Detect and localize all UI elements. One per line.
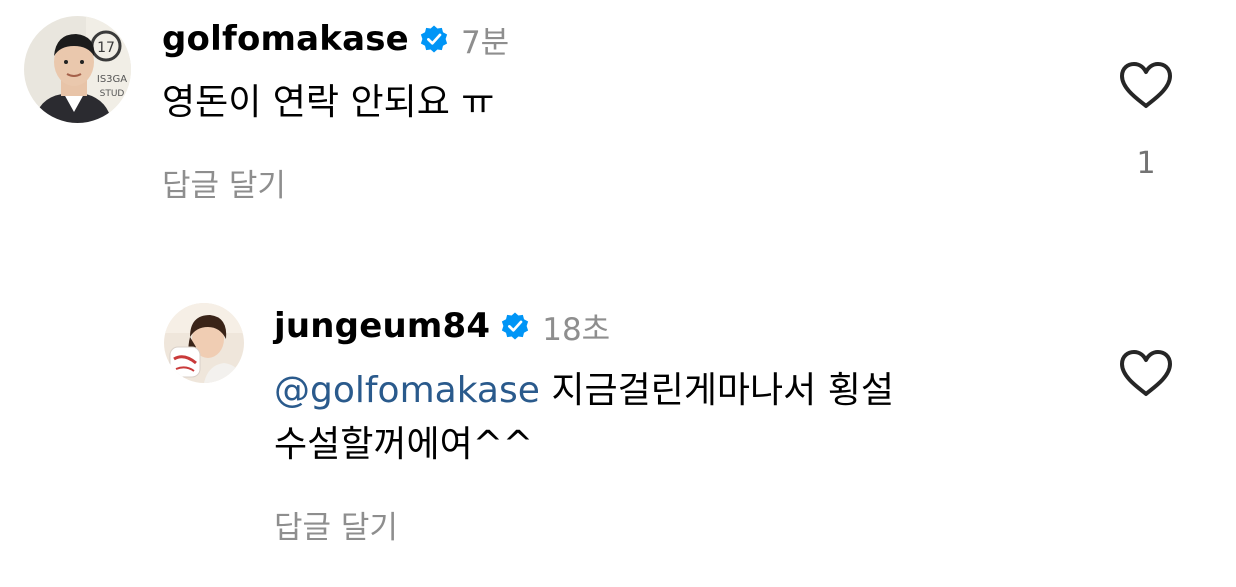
profile-photo-icon: 17 IS3GA STUD: [24, 16, 131, 123]
like-button[interactable]: [1118, 348, 1174, 398]
comment-timestamp: 7분: [460, 24, 510, 61]
comment-text-fragment: 지금걸린게마나서 횡설: [539, 370, 894, 411]
comment-header: golfomakase 7분: [162, 18, 510, 61]
profile-photo-icon: [164, 303, 244, 383]
mention-link[interactable]: @golfomakase: [274, 370, 540, 411]
comment-timestamp: 18초: [542, 311, 611, 348]
heart-icon: [1120, 350, 1172, 396]
svg-text:STUD: STUD: [100, 89, 125, 99]
svg-text:IS3GA: IS3GA: [97, 74, 127, 85]
reply-button[interactable]: 답글 달기: [274, 502, 398, 547]
svg-text:17: 17: [97, 40, 115, 56]
comment-text-line: 수설할꺼에여^^: [274, 424, 534, 465]
like-button[interactable]: [1118, 60, 1174, 110]
verified-badge-icon: [500, 311, 530, 341]
comment-header: jungeum84 18초: [274, 305, 611, 348]
avatar[interactable]: 17 IS3GA STUD: [24, 16, 131, 123]
comment-text: @golfomakase 지금걸린게마나서 횡설 수설할꺼에여^^: [274, 364, 1074, 472]
reply-button[interactable]: 답글 달기: [162, 160, 286, 205]
heart-icon: [1120, 62, 1172, 108]
avatar[interactable]: [164, 303, 244, 383]
verified-badge-icon: [419, 24, 449, 54]
comment-text-line: @golfomakase 지금걸린게마나서 횡설: [274, 364, 1074, 418]
comment-text: 영돈이 연락 안되요 ㅠ: [162, 82, 495, 123]
username[interactable]: jungeum84: [274, 306, 490, 346]
username[interactable]: golfomakase: [162, 19, 409, 59]
like-count: 1: [1136, 146, 1156, 181]
